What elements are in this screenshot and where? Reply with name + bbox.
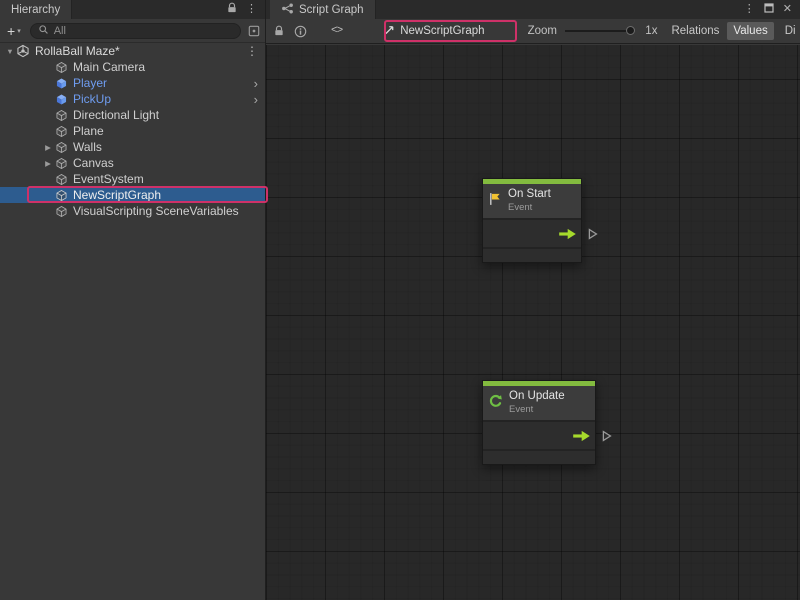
- cube-icon: [54, 60, 68, 74]
- scene-name: RollaBall Maze*: [35, 44, 120, 58]
- hierarchy-item-visualscripting-scenevariables[interactable]: VisualScripting SceneVariables: [0, 203, 265, 219]
- node-subtitle: Event: [509, 404, 565, 415]
- hierarchy-tree: ▼ RollaBall Maze* ⋮ Main Camera P: [0, 43, 265, 219]
- search-icon: [38, 24, 49, 38]
- tab-hierarchy[interactable]: Hierarchy: [0, 0, 72, 19]
- graph-canvas[interactable]: On Start Event: [266, 45, 800, 600]
- cube-icon: [54, 172, 68, 186]
- output-port-icon[interactable]: [602, 430, 612, 442]
- hierarchy-item-pickup[interactable]: PickUp ›: [0, 91, 265, 107]
- prefab-cube-icon: [54, 92, 68, 106]
- add-object-button[interactable]: + ▾: [5, 23, 23, 39]
- hierarchy-scene-row[interactable]: ▼ RollaBall Maze* ⋮: [0, 43, 265, 59]
- zoom-value: 1x: [645, 25, 657, 37]
- node-subtitle: Event: [508, 202, 551, 213]
- cube-icon: [54, 188, 68, 202]
- prefab-open-chevron-icon[interactable]: ›: [254, 76, 265, 91]
- hierarchy-item-directional-light[interactable]: Directional Light: [0, 107, 265, 123]
- node-flow-row: [483, 220, 581, 247]
- hierarchy-item-player[interactable]: Player ›: [0, 75, 265, 91]
- flow-arrow-icon: [572, 430, 591, 442]
- node-title: On Start: [508, 188, 551, 202]
- node-flow-row: [483, 422, 595, 449]
- hierarchy-item-newscriptgraph[interactable]: NewScriptGraph: [0, 187, 265, 203]
- prefab-open-chevron-icon[interactable]: ›: [254, 92, 265, 107]
- expand-arrow-icon[interactable]: ▶: [42, 159, 54, 168]
- hierarchy-panel: Hierarchy ⋮ + ▾ All: [0, 0, 265, 600]
- node-on-start[interactable]: On Start Event: [482, 178, 582, 263]
- info-icon[interactable]: [294, 25, 307, 38]
- kebab-menu-icon[interactable]: ⋮: [246, 4, 257, 15]
- values-toggle-button[interactable]: Values: [727, 22, 773, 40]
- graph-window-icons: ⋮ ✕: [744, 0, 800, 19]
- prefab-cube-icon: [54, 76, 68, 90]
- zoom-label: Zoom: [528, 25, 557, 37]
- script-graph-panel: Script Graph ⋮ ✕ <> NewScr: [265, 0, 800, 600]
- graph-tab-icon: [281, 3, 294, 17]
- unity-scene-icon: [16, 44, 30, 58]
- cube-icon: [54, 204, 68, 218]
- tab-script-graph-label: Script Graph: [299, 4, 364, 16]
- dim-toggle-button[interactable]: Di: [779, 22, 800, 40]
- hierarchy-item-main-camera[interactable]: Main Camera: [0, 59, 265, 75]
- tab-hierarchy-label: Hierarchy: [11, 4, 60, 16]
- tab-script-graph[interactable]: Script Graph: [270, 0, 376, 19]
- flow-arrow-icon: [558, 228, 577, 240]
- maximize-icon[interactable]: [764, 3, 774, 16]
- cube-icon: [54, 156, 68, 170]
- hierarchy-search-input[interactable]: All: [30, 23, 241, 39]
- code-icon[interactable]: <>: [331, 25, 342, 37]
- cube-icon: [54, 140, 68, 154]
- node-header[interactable]: On Start Event: [483, 184, 581, 218]
- node-title: On Update: [509, 390, 565, 404]
- hierarchy-tab-icons: ⋮: [227, 0, 265, 19]
- expand-arrow-icon[interactable]: ▶: [42, 143, 54, 152]
- unity-editor-window: Hierarchy ⋮ + ▾ All: [0, 0, 800, 600]
- scene-picker-icon[interactable]: [248, 25, 260, 37]
- output-port-icon[interactable]: [588, 228, 598, 240]
- update-loop-icon: [488, 394, 503, 412]
- hierarchy-toolbar: + ▾ All: [0, 19, 265, 43]
- hierarchy-item-canvas[interactable]: ▶ Canvas: [0, 155, 265, 171]
- close-icon[interactable]: ✕: [783, 4, 792, 15]
- node-on-update[interactable]: On Update Event: [482, 380, 596, 465]
- graph-name-breadcrumb[interactable]: NewScriptGraph: [384, 24, 484, 38]
- caret-down-icon: ▾: [17, 27, 21, 35]
- plus-icon: +: [7, 23, 15, 39]
- graph-tabstrip: Script Graph ⋮ ✕: [266, 0, 800, 19]
- hierarchy-tabstrip: Hierarchy ⋮: [0, 0, 265, 19]
- hierarchy-item-plane[interactable]: Plane: [0, 123, 265, 139]
- kebab-menu-icon[interactable]: ⋮: [744, 4, 755, 15]
- zoom-slider-handle[interactable]: [626, 26, 635, 35]
- hierarchy-item-eventsystem[interactable]: EventSystem: [0, 171, 265, 187]
- hierarchy-item-walls[interactable]: ▶ Walls: [0, 139, 265, 155]
- search-filter-value: All: [54, 25, 66, 37]
- node-header[interactable]: On Update Event: [483, 386, 595, 420]
- scene-kebab-icon[interactable]: ⋮: [246, 44, 265, 58]
- graph-name-label: NewScriptGraph: [400, 25, 484, 37]
- cube-icon: [54, 124, 68, 138]
- script-graph-asset-icon: [384, 24, 395, 38]
- relations-toggle-button[interactable]: Relations: [665, 22, 725, 40]
- zoom-slider[interactable]: [565, 30, 633, 32]
- lock-icon[interactable]: [227, 2, 237, 17]
- flag-icon: [488, 192, 502, 209]
- collapse-open-icon[interactable]: ▼: [4, 47, 16, 56]
- graph-toolbar: <> NewScriptGraph Zoom 1x Relations Valu…: [266, 19, 800, 44]
- cube-icon: [54, 108, 68, 122]
- lock-icon[interactable]: [274, 25, 284, 37]
